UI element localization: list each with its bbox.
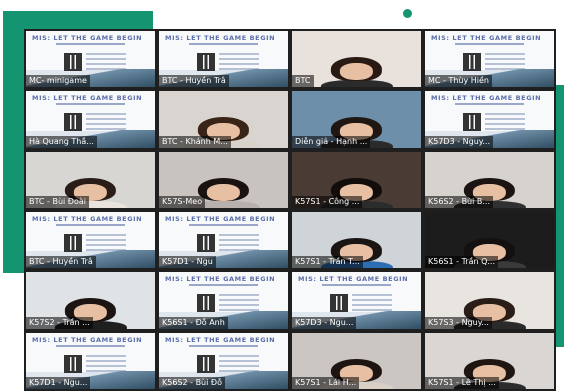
participant-tile[interactable]: K56S1 - Trần Q... (425, 211, 554, 269)
qr-code-icon (197, 354, 215, 373)
slide-title: MIS: LET THE GAME BEGIN (32, 214, 143, 223)
slide-title: MIS: LET THE GAME BEGIN (165, 34, 276, 42)
qr-code-icon (64, 53, 82, 71)
qr-code-icon (463, 53, 481, 71)
slide-title: MIS: LET THE GAME BEGIN (165, 214, 276, 223)
participant-tile[interactable]: MIS: LET THE GAME BEGIN Hà Quang Thắ... (26, 91, 155, 148)
participant-tile[interactable]: K57S1 - Công ... (292, 151, 421, 208)
slide-subtitle-line (189, 43, 258, 45)
participant-tile[interactable]: K57S1 - Lái H... (292, 332, 421, 389)
participant-name-label: K57S1 - Lê Thị ... (425, 376, 499, 389)
participant-tile[interactable]: BTC - Khánh M... (159, 91, 288, 148)
participant-name-label: K56S2 - Bùi Đỗ (159, 376, 225, 389)
slide-title: MIS: LET THE GAME BEGIN (32, 94, 143, 103)
video-gallery-grid: MIS: LET THE GAME BEGIN MC- minigame MIS: … (24, 29, 556, 391)
participant-tile[interactable]: K56S2 - Bùi B... (425, 151, 554, 208)
qr-code-icon (64, 113, 82, 132)
participant-name-label: K56S2 - Bùi B... (425, 195, 494, 208)
participant-name-label: MC- minigame (26, 75, 90, 88)
participant-name-label: K57S1 - Trần T... (292, 256, 363, 269)
participant-name-label: K57S1 - Lái H... (292, 376, 360, 389)
participant-tile[interactable]: BTC (292, 31, 421, 88)
participant-tile[interactable]: K57S1 - Trần T... (292, 211, 421, 269)
qr-code-icon (463, 113, 481, 132)
slide-subtitle-line (56, 43, 125, 45)
participant-name-label: BTC - Huyền Trâ (159, 75, 229, 88)
slide-title: MIS: LET THE GAME BEGIN (32, 335, 143, 344)
participant-name-label: Diễn giả - Hạnh ... (292, 135, 371, 148)
participant-name-label: K57D1 - Ngu... (26, 376, 91, 389)
slide-title: MIS: LET THE GAME BEGIN (431, 94, 542, 103)
participant-tile[interactable]: MIS: LET THE GAME BEGIN K56S1 - Đỗ Anh (159, 272, 288, 329)
participant-tile[interactable]: MIS: LET THE GAME BEGIN K57D1 - Ngu (159, 211, 288, 269)
participant-name-label: K57S1 - Công ... (292, 195, 363, 208)
slide-subtitle-line (189, 284, 258, 287)
participant-tile[interactable]: MIS: LET THE GAME BEGIN BTC - Huyền Trâ (159, 31, 288, 88)
slide-title: MIS: LET THE GAME BEGIN (298, 275, 409, 284)
participant-name-label: BTC (292, 75, 314, 88)
participant-name-label: Hà Quang Thắ... (26, 135, 97, 148)
slide-subtitle-line (56, 344, 125, 347)
participant-name-label: K56S1 - Đỗ Anh (159, 316, 228, 329)
participant-tile[interactable]: K57S3 - Nguy... (425, 272, 554, 329)
slide-subtitle-line (56, 223, 125, 226)
slide-subtitle-line (455, 43, 524, 45)
participant-name-label: BTC - Huyền Trâ (26, 256, 96, 269)
participant-name-label: BTC - Khánh M... (159, 135, 231, 148)
qr-code-icon (197, 233, 215, 252)
participant-tile[interactable]: K57S1 - Lê Thị ... (425, 332, 554, 389)
participant-tile[interactable]: MIS: LET THE GAME BEGIN BTC - Huyền Trâ (26, 211, 155, 269)
slide-subtitle-line (56, 103, 125, 106)
qr-code-icon (330, 294, 348, 313)
participant-tile[interactable]: MIS: LET THE GAME BEGIN K57D3 - Ngu... (292, 272, 421, 329)
participant-silhouette (320, 57, 393, 88)
participant-name-label: K57S3 - Nguy... (425, 316, 492, 329)
participant-name-label: K56S1 - Trần Q... (425, 256, 499, 269)
slide-title: MIS: LET THE GAME BEGIN (165, 335, 276, 344)
participant-tile[interactable]: MIS: LET THE GAME BEGIN MC- minigame (26, 31, 155, 88)
qr-code-icon (64, 233, 82, 252)
decor-green-dot (403, 9, 412, 18)
qr-code-icon (197, 294, 215, 313)
slide-subtitle-line (189, 223, 258, 226)
participant-tile[interactable]: K57S-Meo (159, 151, 288, 208)
participant-name-label: MC - Thùy Hiền (425, 75, 492, 88)
qr-code-icon (197, 53, 215, 71)
participant-name-label: K57D3 - Nguy... (425, 135, 494, 148)
participant-tile[interactable]: MIS: LET THE GAME BEGIN K57D3 - Nguy... (425, 91, 554, 148)
participant-tile[interactable]: MIS: LET THE GAME BEGIN K57D1 - Ngu... (26, 332, 155, 389)
participant-tile[interactable]: MIS: LET THE GAME BEGIN K56S2 - Bùi Đỗ (159, 332, 288, 389)
qr-code-icon (64, 354, 82, 373)
slide-title: MIS: LET THE GAME BEGIN (165, 275, 276, 284)
slide-subtitle-line (455, 103, 524, 106)
participant-name-label: K57S-Meo (159, 195, 206, 208)
participant-tile[interactable]: MIS: LET THE GAME BEGIN MC - Thùy Hiền (425, 31, 554, 88)
participant-tile[interactable]: K57S2 - Trần ... (26, 272, 155, 329)
slide-title: MIS: LET THE GAME BEGIN (431, 34, 542, 42)
participant-tile[interactable]: BTC - Bùi Đoài (26, 151, 155, 208)
slide-subtitle-line (189, 344, 258, 347)
slide-subtitle-line (322, 284, 391, 287)
participant-name-label: K57D3 - Ngu... (292, 316, 357, 329)
participant-tile[interactable]: Diễn giả - Hạnh ... (292, 91, 421, 148)
participant-name-label: K57D1 - Ngu (159, 256, 216, 269)
slide-title: MIS: LET THE GAME BEGIN (32, 34, 143, 42)
participant-name-label: BTC - Bùi Đoài (26, 195, 90, 208)
participant-name-label: K57S2 - Trần ... (26, 316, 93, 329)
